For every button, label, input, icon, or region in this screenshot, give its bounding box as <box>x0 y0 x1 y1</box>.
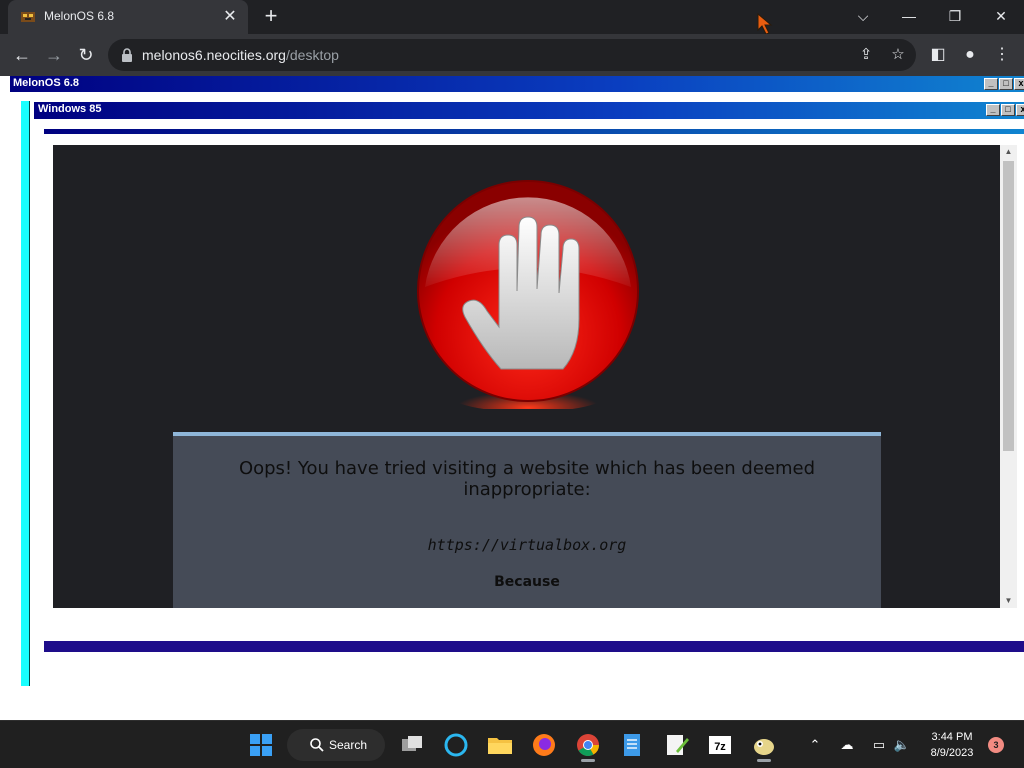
tab-title: MelonOS 6.8 <box>44 9 115 23</box>
melonos-title: MelonOS 6.8 <box>13 77 80 89</box>
new-tab-button[interactable]: + <box>260 5 282 28</box>
melonos-maximize-button[interactable]: □ <box>999 78 1013 90</box>
profile-icon[interactable]: ● <box>958 43 982 67</box>
url-text[interactable]: melonos6.neocities.org/desktop <box>142 47 339 63</box>
scroll-up-icon[interactable]: ▲ <box>1000 145 1017 159</box>
windows85-toolbar-stripe <box>44 129 1024 134</box>
url-host: melonos6.neocities.org <box>142 47 286 63</box>
windows85-close-button[interactable]: x <box>1016 104 1024 116</box>
block-message-panel: Oops! You have tried visiting a website … <box>173 432 881 608</box>
tab-search-icon[interactable]: ⌵ <box>843 4 883 28</box>
window-border-accent <box>21 101 30 686</box>
cursor-icon <box>757 12 773 35</box>
browser-tab[interactable]: MelonOS 6.8 ✕ <box>8 0 248 34</box>
share-icon[interactable]: ⇪ <box>856 45 876 65</box>
search-label: Search <box>329 738 368 752</box>
tray-overflow-icon[interactable]: ⌃ <box>806 736 824 754</box>
bookmark-star-icon[interactable]: ☆ <box>888 45 908 65</box>
address-bar[interactable]: melonos6.neocities.org/desktop ⇪ ☆ <box>108 39 916 71</box>
clock-time: 3:44 PM <box>931 731 973 743</box>
stop-hand-icon <box>417 180 639 409</box>
lock-icon[interactable] <box>120 47 134 63</box>
url-path: /desktop <box>285 47 339 63</box>
reload-icon[interactable]: ↻ <box>74 43 98 67</box>
minimize-window-button[interactable]: — <box>889 4 929 28</box>
restore-window-button[interactable]: ❐ <box>935 4 975 28</box>
reason-label: Because <box>494 574 560 590</box>
blocked-url: https://virtualbox.org <box>427 536 627 554</box>
side-panel-icon[interactable]: ◧ <box>926 43 950 67</box>
clock-date: 8/9/2023 <box>930 747 974 759</box>
block-message: Oops! You have tried visiting a website … <box>238 458 816 500</box>
blocked-page-frame: Oops! You have tried visiting a website … <box>53 145 1017 608</box>
search-icon <box>310 738 324 752</box>
taskbar-clock[interactable]: 3:44 PM 8/9/2023 <box>920 729 984 761</box>
file-explorer-icon[interactable] <box>484 729 516 761</box>
start-icon[interactable] <box>245 729 277 761</box>
7zip-icon[interactable]: 7z <box>704 729 736 761</box>
menu-kebab-icon[interactable]: ⋮ <box>990 43 1014 67</box>
volume-icon[interactable]: 🔈 <box>893 736 911 754</box>
taskbar-search[interactable]: Search <box>287 729 385 761</box>
melon-favicon-icon <box>21 12 35 22</box>
forward-icon[interactable]: → <box>42 43 66 67</box>
melonos-titlebar[interactable]: MelonOS 6.8 _ □ x <box>10 76 1024 92</box>
cuckoo-active-indicator <box>757 759 771 762</box>
windows85-maximize-button[interactable]: □ <box>1001 104 1015 116</box>
melonos-minimize-button[interactable]: _ <box>984 78 998 90</box>
windows85-titlebar[interactable]: Windows 85 _ □ x <box>34 102 1024 119</box>
browser-toolbar: ← → ↻ melonos6.neocities.org/desktop ⇪ ☆… <box>0 34 1024 76</box>
chrome-icon[interactable] <box>572 729 604 761</box>
tab-close-icon[interactable]: ✕ <box>220 7 240 27</box>
scroll-down-icon[interactable]: ▼ <box>1000 594 1017 608</box>
page-viewport: MelonOS 6.8 _ □ x Windows 85 _ □ x Oops!… <box>0 76 1024 720</box>
windows-taskbar: Search 7z ⌃ ☁ ▭ 🔈 3:44 PM 8/9/2023 3 <box>0 720 1024 768</box>
notepad-icon[interactable] <box>616 729 648 761</box>
network-icon[interactable]: ▭ <box>870 736 888 754</box>
cloud-sync-icon[interactable]: ☁ <box>838 736 856 754</box>
windows85-minimize-button[interactable]: _ <box>986 104 1000 116</box>
notepadplusplus-icon[interactable] <box>660 729 692 761</box>
browser-tabstrip: MelonOS 6.8 ✕ + ⌵ — ❐ ✕ <box>0 0 1024 35</box>
windows85-title: Windows 85 <box>38 103 102 115</box>
windows85-bottom-bar <box>44 641 1024 652</box>
cuckoo-icon[interactable] <box>748 729 780 761</box>
cortana-icon[interactable] <box>440 729 472 761</box>
melonos-close-button[interactable]: x <box>1014 78 1024 90</box>
firefox-icon[interactable] <box>528 729 560 761</box>
svg-text:7z: 7z <box>714 741 726 753</box>
scrollbar-thumb[interactable] <box>1003 161 1014 451</box>
notification-badge[interactable]: 3 <box>988 737 1004 753</box>
frame-scrollbar[interactable]: ▲ ▼ <box>1000 145 1017 608</box>
chrome-active-indicator <box>581 759 595 762</box>
close-window-button[interactable]: ✕ <box>981 4 1021 28</box>
task-view-icon[interactable] <box>396 729 428 761</box>
back-icon[interactable]: ← <box>10 43 34 67</box>
